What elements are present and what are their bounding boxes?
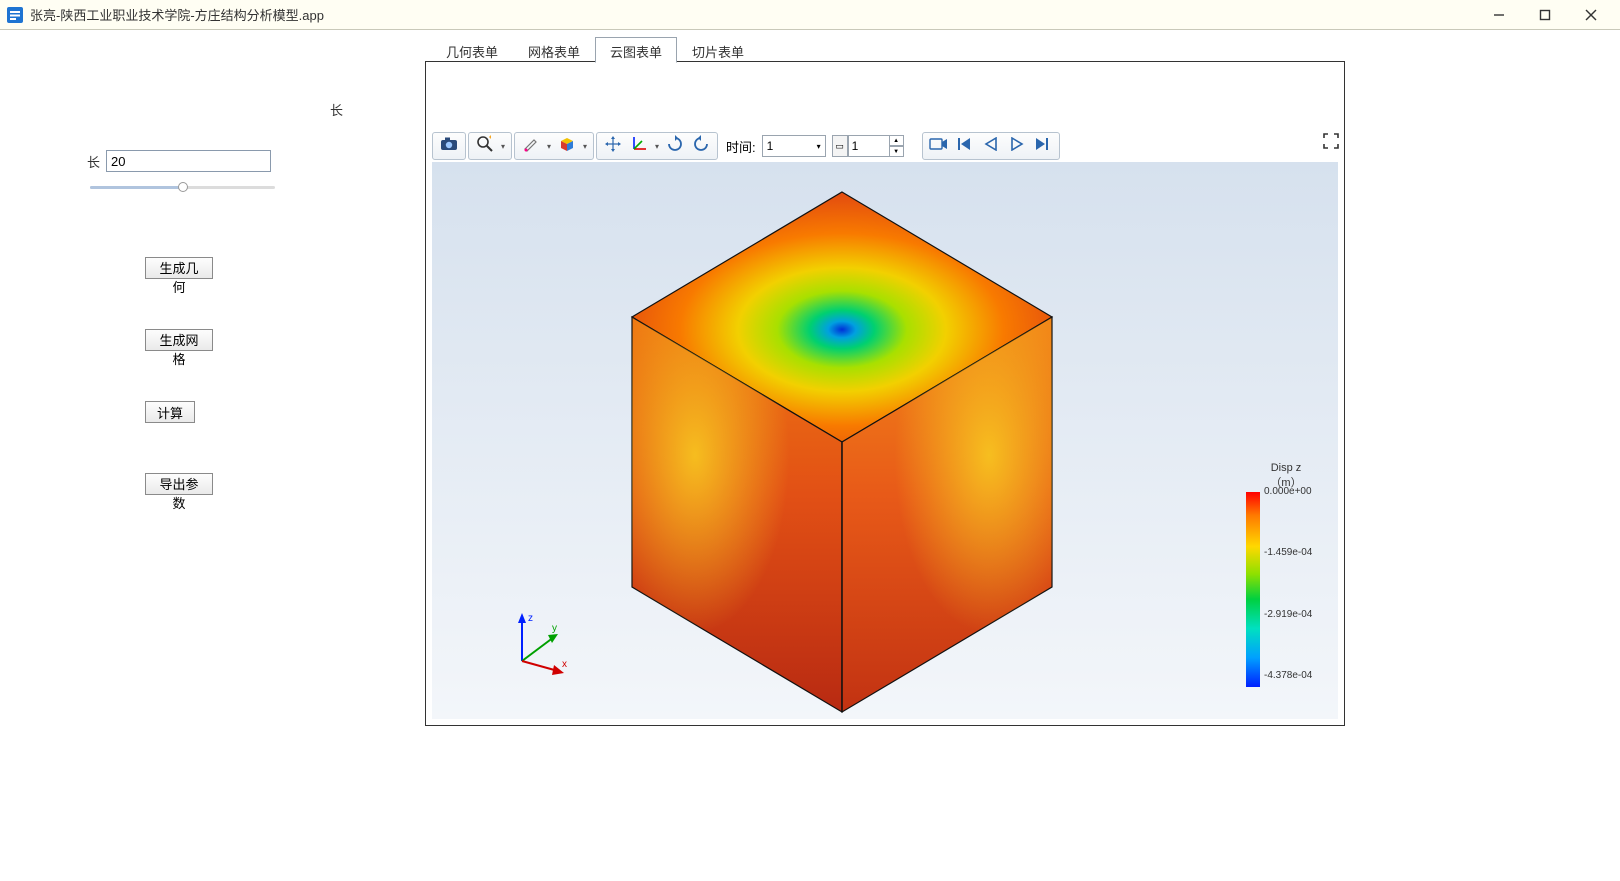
axes-button[interactable] xyxy=(626,134,652,158)
svg-text:z: z xyxy=(528,613,533,624)
select-dropdown[interactable]: ▾ xyxy=(544,142,554,151)
axes-dropdown[interactable]: ▾ xyxy=(652,142,662,151)
prev-icon xyxy=(984,137,998,156)
record-button[interactable] xyxy=(926,134,952,158)
time-select[interactable]: 1▾ xyxy=(762,135,826,157)
legend-tick-2: -2.919e-04 xyxy=(1264,609,1312,620)
length-input[interactable] xyxy=(106,150,271,172)
video-camera-icon xyxy=(929,137,949,156)
first-frame-button[interactable] xyxy=(952,134,978,158)
legend-tick-3: -4.378e-04 xyxy=(1264,670,1312,681)
brush-icon xyxy=(522,135,540,158)
tab-bar: 几何表单 网格表单 云图表单 切片表单 xyxy=(425,36,759,62)
magnifier-icon xyxy=(476,135,494,158)
legend-colorbar xyxy=(1246,492,1260,687)
color-legend: Disp z （m） 0.000e+00 -1.459e-04 -2.919e-… xyxy=(1246,462,1326,687)
svg-text:y: y xyxy=(552,623,557,634)
fullscreen-icon xyxy=(1323,133,1339,154)
length-header-label: 长 xyxy=(330,100,343,119)
minimize-button[interactable] xyxy=(1476,0,1522,30)
result-cube xyxy=(612,182,1072,719)
generate-geometry-button[interactable]: 生成几何 xyxy=(145,257,213,279)
axis-triad: z y x xyxy=(504,609,574,679)
screenshot-button[interactable] xyxy=(436,134,462,158)
title-bar: 张亮-陕西工业职业技术学院-方庄结构分析模型.app xyxy=(0,0,1620,30)
camera-icon xyxy=(439,136,459,157)
tab-slice[interactable]: 切片表单 xyxy=(677,37,759,63)
length-slider[interactable] xyxy=(90,182,275,192)
tab-contour[interactable]: 云图表单 xyxy=(595,37,677,63)
axes-icon xyxy=(630,135,648,158)
next-frame-button[interactable] xyxy=(1030,134,1056,158)
pan-button[interactable] xyxy=(600,134,626,158)
play-icon xyxy=(1010,137,1024,156)
graphics-toolbar: ▾ ▾ ▾ ▾ 时间: 1▾ ▭ xyxy=(432,130,1338,162)
rotate-cw-icon xyxy=(666,135,684,158)
rubik-cube-icon xyxy=(558,135,576,158)
time-step-down[interactable]: ▼ xyxy=(890,146,904,157)
skip-first-icon xyxy=(957,137,973,156)
legend-title-1: Disp z xyxy=(1246,462,1326,475)
zoom-dropdown[interactable]: ▾ xyxy=(498,142,508,151)
time-select-value: 1 xyxy=(767,139,774,153)
fullscreen-button[interactable] xyxy=(1320,132,1342,154)
export-params-button[interactable]: 导出参数 xyxy=(145,473,213,495)
prev-frame-button[interactable] xyxy=(978,134,1004,158)
time-step-docked-icon[interactable]: ▭ xyxy=(832,135,848,157)
view-cube-dropdown[interactable]: ▾ xyxy=(580,142,590,151)
play-button[interactable] xyxy=(1004,134,1030,158)
time-label: 时间: xyxy=(726,137,756,156)
rotate-cw-button[interactable] xyxy=(662,134,688,158)
zoom-button[interactable] xyxy=(472,134,498,158)
tab-mesh[interactable]: 网格表单 xyxy=(513,37,595,63)
parameter-panel: 长 长 生成几何 生成网格 计算 导出参数 xyxy=(0,30,425,881)
legend-tick-1: -1.459e-04 xyxy=(1264,547,1312,558)
time-step-up[interactable]: ▲ xyxy=(890,135,904,146)
generate-mesh-button[interactable]: 生成网格 xyxy=(145,329,213,351)
close-button[interactable] xyxy=(1568,0,1614,30)
time-step-input[interactable] xyxy=(848,135,890,157)
workspace: 几何表单 网格表单 云图表单 切片表单 ▾ ▾ ▾ xyxy=(425,30,1620,881)
legend-tick-0: 0.000e+00 xyxy=(1264,486,1312,497)
rotate-ccw-icon xyxy=(692,135,710,158)
maximize-button[interactable] xyxy=(1522,0,1568,30)
graphics-frame: ▾ ▾ ▾ ▾ 时间: 1▾ ▭ xyxy=(425,61,1345,726)
select-tool-button[interactable] xyxy=(518,134,544,158)
view-cube-button[interactable] xyxy=(554,134,580,158)
rotate-ccw-button[interactable] xyxy=(688,134,714,158)
tab-geometry[interactable]: 几何表单 xyxy=(431,37,513,63)
length-label: 长 xyxy=(80,152,100,171)
3d-viewport[interactable]: z y x Disp z （m） xyxy=(432,162,1338,719)
compute-button[interactable]: 计算 xyxy=(145,401,195,423)
window-title: 张亮-陕西工业职业技术学院-方庄结构分析模型.app xyxy=(30,5,324,24)
svg-text:x: x xyxy=(562,659,567,670)
app-icon xyxy=(6,6,24,24)
skip-next-icon xyxy=(1035,137,1051,156)
move-icon xyxy=(604,135,622,158)
